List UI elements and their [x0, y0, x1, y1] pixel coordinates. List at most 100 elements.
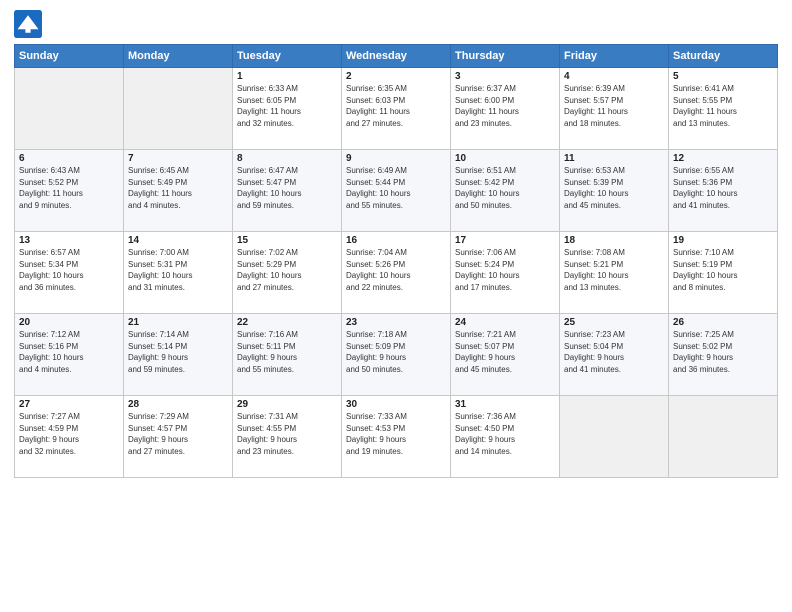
day-detail: Sunrise: 6:57 AM Sunset: 5:34 PM Dayligh… [19, 247, 119, 293]
day-detail: Sunrise: 6:55 AM Sunset: 5:36 PM Dayligh… [673, 165, 773, 211]
day-cell: 28Sunrise: 7:29 AM Sunset: 4:57 PM Dayli… [124, 396, 233, 478]
week-row-3: 13Sunrise: 6:57 AM Sunset: 5:34 PM Dayli… [15, 232, 778, 314]
day-detail: Sunrise: 6:35 AM Sunset: 6:03 PM Dayligh… [346, 83, 446, 129]
day-detail: Sunrise: 6:49 AM Sunset: 5:44 PM Dayligh… [346, 165, 446, 211]
day-number: 1 [237, 71, 337, 82]
day-detail: Sunrise: 7:00 AM Sunset: 5:31 PM Dayligh… [128, 247, 228, 293]
day-cell: 27Sunrise: 7:27 AM Sunset: 4:59 PM Dayli… [15, 396, 124, 478]
day-cell: 11Sunrise: 6:53 AM Sunset: 5:39 PM Dayli… [560, 150, 669, 232]
day-number: 9 [346, 153, 446, 164]
day-detail: Sunrise: 7:04 AM Sunset: 5:26 PM Dayligh… [346, 247, 446, 293]
logo-icon [14, 10, 42, 38]
day-detail: Sunrise: 6:45 AM Sunset: 5:49 PM Dayligh… [128, 165, 228, 211]
day-number: 30 [346, 399, 446, 410]
day-number: 16 [346, 235, 446, 246]
day-number: 19 [673, 235, 773, 246]
weekday-header-sunday: Sunday [15, 45, 124, 68]
day-cell: 9Sunrise: 6:49 AM Sunset: 5:44 PM Daylig… [342, 150, 451, 232]
day-number: 2 [346, 71, 446, 82]
day-cell: 7Sunrise: 6:45 AM Sunset: 5:49 PM Daylig… [124, 150, 233, 232]
weekday-header-saturday: Saturday [669, 45, 778, 68]
day-number: 14 [128, 235, 228, 246]
day-number: 7 [128, 153, 228, 164]
day-number: 21 [128, 317, 228, 328]
day-cell: 19Sunrise: 7:10 AM Sunset: 5:19 PM Dayli… [669, 232, 778, 314]
day-number: 27 [19, 399, 119, 410]
day-cell: 24Sunrise: 7:21 AM Sunset: 5:07 PM Dayli… [451, 314, 560, 396]
week-row-5: 27Sunrise: 7:27 AM Sunset: 4:59 PM Dayli… [15, 396, 778, 478]
day-number: 25 [564, 317, 664, 328]
day-detail: Sunrise: 7:18 AM Sunset: 5:09 PM Dayligh… [346, 329, 446, 375]
day-number: 12 [673, 153, 773, 164]
day-cell: 15Sunrise: 7:02 AM Sunset: 5:29 PM Dayli… [233, 232, 342, 314]
logo [14, 10, 46, 38]
day-cell [15, 68, 124, 150]
day-cell: 10Sunrise: 6:51 AM Sunset: 5:42 PM Dayli… [451, 150, 560, 232]
day-cell: 13Sunrise: 6:57 AM Sunset: 5:34 PM Dayli… [15, 232, 124, 314]
day-number: 31 [455, 399, 555, 410]
day-detail: Sunrise: 7:31 AM Sunset: 4:55 PM Dayligh… [237, 411, 337, 457]
day-detail: Sunrise: 7:08 AM Sunset: 5:21 PM Dayligh… [564, 247, 664, 293]
day-cell: 17Sunrise: 7:06 AM Sunset: 5:24 PM Dayli… [451, 232, 560, 314]
day-cell: 14Sunrise: 7:00 AM Sunset: 5:31 PM Dayli… [124, 232, 233, 314]
day-cell: 6Sunrise: 6:43 AM Sunset: 5:52 PM Daylig… [15, 150, 124, 232]
day-detail: Sunrise: 7:36 AM Sunset: 4:50 PM Dayligh… [455, 411, 555, 457]
day-detail: Sunrise: 7:16 AM Sunset: 5:11 PM Dayligh… [237, 329, 337, 375]
calendar-page: SundayMondayTuesdayWednesdayThursdayFrid… [0, 0, 792, 612]
header-row: SundayMondayTuesdayWednesdayThursdayFrid… [15, 45, 778, 68]
day-number: 26 [673, 317, 773, 328]
week-row-4: 20Sunrise: 7:12 AM Sunset: 5:16 PM Dayli… [15, 314, 778, 396]
day-detail: Sunrise: 6:37 AM Sunset: 6:00 PM Dayligh… [455, 83, 555, 129]
day-cell: 8Sunrise: 6:47 AM Sunset: 5:47 PM Daylig… [233, 150, 342, 232]
weekday-header-tuesday: Tuesday [233, 45, 342, 68]
day-number: 3 [455, 71, 555, 82]
day-number: 23 [346, 317, 446, 328]
day-detail: Sunrise: 6:43 AM Sunset: 5:52 PM Dayligh… [19, 165, 119, 211]
day-detail: Sunrise: 6:39 AM Sunset: 5:57 PM Dayligh… [564, 83, 664, 129]
day-cell: 23Sunrise: 7:18 AM Sunset: 5:09 PM Dayli… [342, 314, 451, 396]
day-detail: Sunrise: 6:41 AM Sunset: 5:55 PM Dayligh… [673, 83, 773, 129]
day-number: 17 [455, 235, 555, 246]
header [14, 10, 778, 38]
day-number: 13 [19, 235, 119, 246]
day-detail: Sunrise: 6:47 AM Sunset: 5:47 PM Dayligh… [237, 165, 337, 211]
day-cell: 29Sunrise: 7:31 AM Sunset: 4:55 PM Dayli… [233, 396, 342, 478]
day-cell: 20Sunrise: 7:12 AM Sunset: 5:16 PM Dayli… [15, 314, 124, 396]
day-cell: 18Sunrise: 7:08 AM Sunset: 5:21 PM Dayli… [560, 232, 669, 314]
day-detail: Sunrise: 7:27 AM Sunset: 4:59 PM Dayligh… [19, 411, 119, 457]
day-number: 15 [237, 235, 337, 246]
day-cell: 21Sunrise: 7:14 AM Sunset: 5:14 PM Dayli… [124, 314, 233, 396]
week-row-2: 6Sunrise: 6:43 AM Sunset: 5:52 PM Daylig… [15, 150, 778, 232]
day-cell [560, 396, 669, 478]
day-cell: 1Sunrise: 6:33 AM Sunset: 6:05 PM Daylig… [233, 68, 342, 150]
day-cell [124, 68, 233, 150]
day-detail: Sunrise: 7:21 AM Sunset: 5:07 PM Dayligh… [455, 329, 555, 375]
day-number: 24 [455, 317, 555, 328]
day-detail: Sunrise: 7:06 AM Sunset: 5:24 PM Dayligh… [455, 247, 555, 293]
day-cell: 16Sunrise: 7:04 AM Sunset: 5:26 PM Dayli… [342, 232, 451, 314]
day-detail: Sunrise: 7:29 AM Sunset: 4:57 PM Dayligh… [128, 411, 228, 457]
day-number: 10 [455, 153, 555, 164]
day-cell: 31Sunrise: 7:36 AM Sunset: 4:50 PM Dayli… [451, 396, 560, 478]
day-cell: 22Sunrise: 7:16 AM Sunset: 5:11 PM Dayli… [233, 314, 342, 396]
day-cell: 3Sunrise: 6:37 AM Sunset: 6:00 PM Daylig… [451, 68, 560, 150]
day-detail: Sunrise: 6:33 AM Sunset: 6:05 PM Dayligh… [237, 83, 337, 129]
day-cell: 30Sunrise: 7:33 AM Sunset: 4:53 PM Dayli… [342, 396, 451, 478]
day-number: 22 [237, 317, 337, 328]
day-cell: 5Sunrise: 6:41 AM Sunset: 5:55 PM Daylig… [669, 68, 778, 150]
calendar-table: SundayMondayTuesdayWednesdayThursdayFrid… [14, 44, 778, 478]
day-detail: Sunrise: 7:12 AM Sunset: 5:16 PM Dayligh… [19, 329, 119, 375]
weekday-header-friday: Friday [560, 45, 669, 68]
day-cell: 2Sunrise: 6:35 AM Sunset: 6:03 PM Daylig… [342, 68, 451, 150]
day-cell: 26Sunrise: 7:25 AM Sunset: 5:02 PM Dayli… [669, 314, 778, 396]
day-detail: Sunrise: 6:53 AM Sunset: 5:39 PM Dayligh… [564, 165, 664, 211]
day-detail: Sunrise: 7:02 AM Sunset: 5:29 PM Dayligh… [237, 247, 337, 293]
day-number: 29 [237, 399, 337, 410]
day-cell: 25Sunrise: 7:23 AM Sunset: 5:04 PM Dayli… [560, 314, 669, 396]
day-number: 11 [564, 153, 664, 164]
day-cell [669, 396, 778, 478]
day-cell: 4Sunrise: 6:39 AM Sunset: 5:57 PM Daylig… [560, 68, 669, 150]
day-detail: Sunrise: 6:51 AM Sunset: 5:42 PM Dayligh… [455, 165, 555, 211]
day-number: 8 [237, 153, 337, 164]
day-number: 5 [673, 71, 773, 82]
